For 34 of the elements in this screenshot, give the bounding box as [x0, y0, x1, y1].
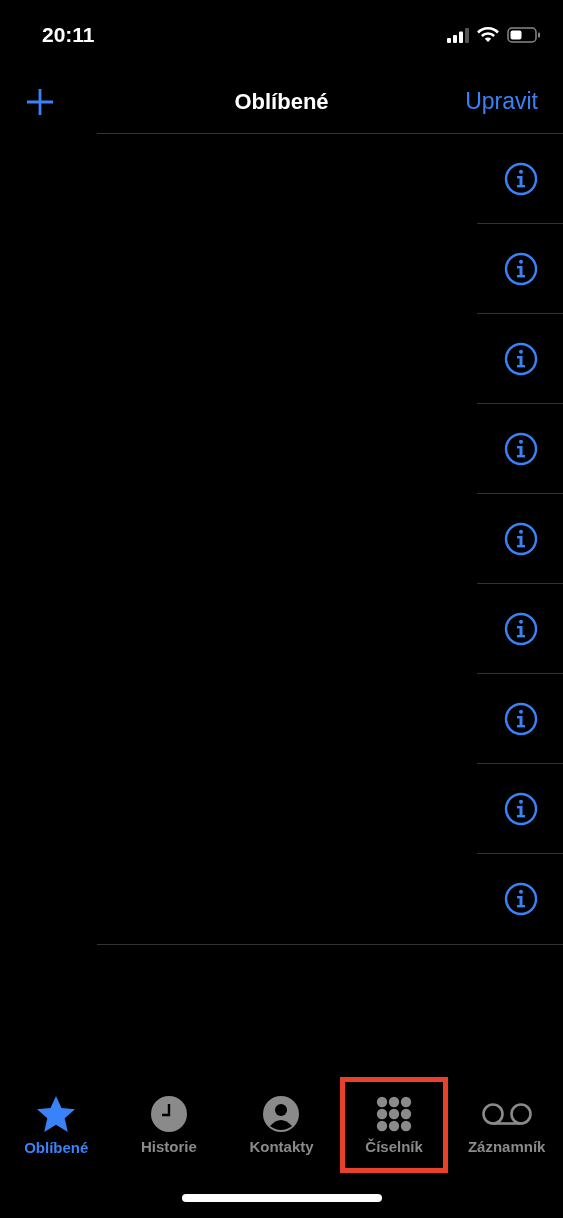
tab[interactable]: Historie	[114, 1077, 224, 1173]
info-button[interactable]	[504, 252, 538, 286]
keypad-icon	[376, 1095, 413, 1132]
info-icon	[504, 342, 538, 376]
page-title: Oblíbené	[234, 88, 329, 115]
info-button[interactable]	[504, 792, 538, 826]
edit-button[interactable]: Upravit	[465, 88, 538, 115]
info-icon	[504, 882, 538, 916]
tab[interactable]: Kontakty	[227, 1077, 336, 1173]
info-button[interactable]	[504, 882, 538, 916]
add-button[interactable]	[26, 87, 54, 116]
star-icon	[36, 1094, 77, 1133]
info-button[interactable]	[504, 522, 538, 556]
info-button[interactable]	[504, 342, 538, 376]
clock-icon	[150, 1095, 187, 1132]
info-button[interactable]	[504, 612, 538, 646]
status-time: 20:11	[42, 23, 95, 47]
info-icon	[504, 252, 538, 286]
battery-icon	[507, 27, 541, 43]
tab[interactable]: Oblíbené	[2, 1077, 111, 1173]
info-button[interactable]	[504, 432, 538, 466]
info-icon	[504, 162, 538, 196]
info-icon	[504, 612, 538, 646]
tab[interactable]: Číselník	[339, 1077, 449, 1173]
info-icon	[504, 522, 538, 556]
info-icon	[504, 432, 538, 466]
info-icon	[504, 702, 538, 736]
wifi-icon	[477, 27, 499, 43]
info-icon	[504, 792, 538, 826]
signal-icon	[447, 27, 469, 43]
info-button[interactable]	[504, 702, 538, 736]
person-icon	[263, 1095, 300, 1132]
tab[interactable]: Záznamník	[452, 1077, 561, 1173]
info-button[interactable]	[504, 162, 538, 196]
